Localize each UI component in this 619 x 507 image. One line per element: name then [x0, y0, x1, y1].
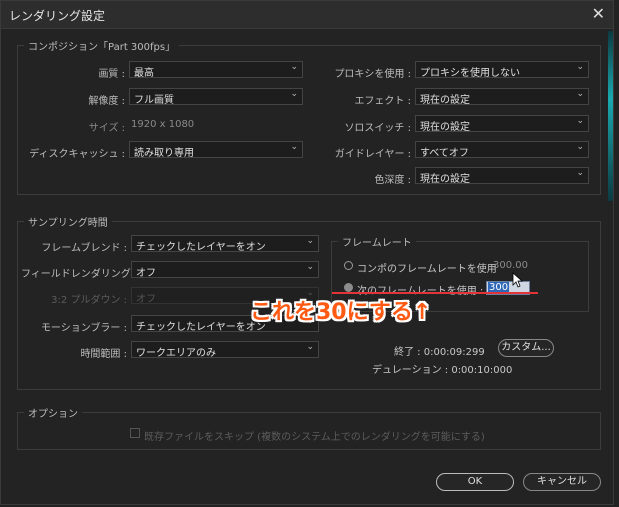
skip-existing-label: 既存ファイルをスキップ (複数のシステム上でのレンダリングを可能にする) [144, 432, 485, 443]
ok-button[interactable]: OK [436, 473, 514, 491]
disk-cache-value: 読み取り専用 [134, 148, 194, 159]
cancel-button[interactable]: キャンセル [523, 473, 601, 491]
chevron-down-icon: ⌄ [576, 62, 584, 72]
chevron-down-icon: ⌄ [576, 116, 584, 126]
end-time-label: 終了 : 0:00:09:299 [394, 347, 485, 358]
motion-blur-label: モーションブラー : [40, 323, 127, 334]
guide-value: すべてオフ [420, 148, 469, 159]
comp-rate-value: 300.00 [493, 260, 528, 271]
frame-blend-value: チェックしたレイヤーをオン [136, 242, 266, 253]
chevron-down-icon: ⌄ [576, 89, 584, 99]
use-comp-rate-label[interactable]: コンポのフレームレートを使用 [357, 260, 497, 275]
composition-legend: コンポジション「Part 300fps」 [28, 42, 176, 53]
field-render-value: オフ [136, 268, 156, 279]
render-settings-dialog: レンダリング設定 ✕ コンポジション「Part 300fps」 画質 : 最高 ⌄… [0, 0, 614, 505]
disk-cache-label: ディスクキャッシュ : [29, 149, 125, 160]
effects-label: エフェクト : [354, 96, 411, 107]
options-legend: オプション [28, 409, 78, 420]
motion-blur-value: チェックしたレイヤーをオン [136, 322, 266, 333]
annotation-text: これを30にする↑ [250, 300, 432, 325]
custom-button[interactable]: カスタム... [498, 339, 554, 357]
effects-value: 現在の設定 [420, 95, 470, 106]
duration-label: デュレーション : 0:00:10:000 [372, 365, 513, 376]
resolution-select[interactable]: フル画質 ⌄ [129, 88, 303, 106]
chevron-down-icon: ⌄ [576, 168, 584, 178]
dialog-title: レンダリング設定 [9, 9, 106, 23]
proxy-value: プロキシを使用しない [420, 68, 520, 79]
time-span-value: ワークエリアのみ [136, 348, 216, 359]
solo-label: ソロスイッチ : [344, 123, 411, 134]
quality-label: 画質 : [98, 69, 125, 80]
guide-select[interactable]: すべてオフ ⌄ [415, 141, 589, 159]
time-span-label: 時間範囲 : [80, 349, 127, 360]
size-value: 1920 x 1080 [131, 119, 195, 130]
chevron-down-icon: ⌄ [290, 62, 298, 72]
effects-select[interactable]: 現在の設定 ⌄ [415, 88, 589, 106]
title-bar: レンダリング設定 ✕ [1, 1, 613, 29]
time-span-select[interactable]: ワークエリアのみ ⌄ [131, 341, 319, 359]
resolution-label: 解像度 : [88, 96, 125, 107]
solo-value: 現在の設定 [420, 122, 470, 133]
proxy-select[interactable]: プロキシを使用しない ⌄ [415, 61, 589, 79]
sampling-legend: サンプリング時間 [28, 218, 108, 229]
color-depth-label: 色深度 : [374, 175, 411, 186]
mouse-cursor-icon [512, 272, 524, 288]
use-comp-rate-radio[interactable] [344, 261, 353, 270]
frame-blend-select[interactable]: チェックしたレイヤーをオン ⌄ [131, 235, 319, 253]
proxy-label: プロキシを使用 : [334, 69, 411, 80]
pulldown-label: 3:2 プルダウン : [51, 295, 127, 306]
disk-cache-select[interactable]: 読み取り専用 ⌄ [129, 141, 303, 159]
use-this-rate-radio[interactable] [344, 283, 353, 292]
chevron-down-icon: ⌄ [290, 142, 298, 152]
chevron-down-icon: ⌄ [576, 142, 584, 152]
field-render-select[interactable]: オフ ⌄ [131, 261, 319, 279]
chevron-down-icon: ⌄ [306, 342, 314, 352]
solo-select[interactable]: 現在の設定 ⌄ [415, 115, 589, 133]
quality-value: 最高 [134, 68, 154, 79]
frame-rate-legend: フレームレート [342, 238, 412, 249]
close-icon[interactable]: ✕ [592, 4, 605, 23]
guide-label: ガイドレイヤー : [334, 149, 411, 160]
field-render-label: フィールドレンダリング : [21, 269, 138, 280]
color-depth-select[interactable]: 現在の設定 ⌄ [415, 167, 589, 185]
chevron-down-icon: ⌄ [306, 236, 314, 246]
color-depth-value: 現在の設定 [420, 174, 470, 185]
quality-select[interactable]: 最高 ⌄ [129, 61, 303, 79]
pulldown-value: オフ [136, 294, 156, 305]
resolution-value: フル画質 [134, 95, 174, 106]
accent-strip [608, 31, 613, 201]
frame-blend-label: フレームブレンド : [41, 243, 127, 254]
chevron-down-icon: ⌄ [306, 262, 314, 272]
chevron-down-icon: ⌄ [290, 89, 298, 99]
skip-existing-checkbox [130, 428, 140, 438]
size-label: サイズ : [88, 123, 125, 134]
